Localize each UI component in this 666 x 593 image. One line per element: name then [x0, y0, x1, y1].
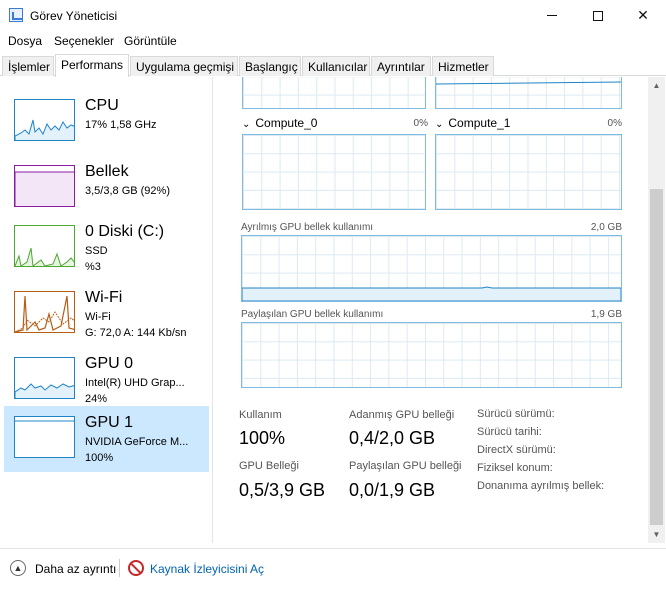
utilization-label: Kullanım [239, 409, 282, 421]
window-title: Görev Yöneticisi [30, 9, 118, 23]
menu-bar: Dosya Seçenekler Görüntüle [0, 31, 666, 51]
tab-performance[interactable]: Performans [55, 54, 129, 77]
engine-name: Compute_0 [255, 116, 318, 130]
menu-file[interactable]: Dosya [8, 34, 42, 48]
minimize-icon [547, 15, 557, 16]
resource-throughput: G: 72,0 A: 144 Kb/sn [85, 327, 187, 339]
gpu0-mini-graph [14, 357, 75, 399]
resource-name: GPU 1 [85, 414, 134, 431]
resource-name: Bellek [85, 163, 129, 180]
footer-bar: ▲ Daha az ayrıntı Kaynak İzleyicisini Aç [0, 548, 666, 593]
tab-details[interactable]: Ayrıntılar [371, 56, 431, 76]
gpu-memory-value: 0,5/3,9 GB [239, 480, 326, 500]
engine-graph-top-right [435, 77, 622, 109]
menu-options[interactable]: Seçenekler [54, 34, 114, 48]
resource-name: Wi-Fi [85, 289, 123, 306]
resource-memory[interactable]: Bellek 3,5/3,8 GB (92%) [4, 155, 209, 221]
shared-graph-label: Paylaşılan GPU bellek kullanımı [241, 309, 384, 320]
resource-detail: 17% 1,58 GHz [85, 119, 157, 131]
physical-location-label: Fiziksel konum: [477, 462, 553, 474]
engine-percent: 0% [607, 118, 622, 129]
shared-graph-max: 1,9 GB [590, 309, 622, 320]
resource-name: CPU [85, 97, 119, 114]
wifi-mini-graph [14, 291, 75, 333]
engine-selector-compute0[interactable]: ⌄ Compute_0 [242, 116, 317, 130]
minimize-button[interactable] [529, 0, 575, 31]
open-resource-monitor-link[interactable]: Kaynak İzleyicisini Aç [150, 562, 264, 576]
resource-detail: SSD [85, 245, 108, 257]
resource-detail: Intel(R) UHD Grap... [85, 377, 185, 389]
resource-usage: %3 [85, 261, 101, 273]
compute1-graph [435, 134, 622, 210]
resource-name: GPU 0 [85, 355, 134, 372]
directx-version-label: DirectX sürümü: [477, 444, 556, 456]
scrollbar-thumb[interactable] [650, 189, 663, 525]
dedicated-graph-label: Ayrılmış GPU bellek kullanımı [241, 222, 374, 233]
close-icon: ✕ [637, 7, 649, 23]
gpu-detail-panel: ⌄ Compute_0 0% ⌄ Compute_1 0% Ayrılmış GPU… [214, 77, 648, 543]
shared-memory-graph [241, 322, 622, 388]
driver-date-label: Sürücü tarihi: [477, 426, 542, 438]
cpu-mini-graph [14, 99, 75, 141]
dedicated-graph-max: 2,0 GB [590, 222, 622, 233]
dedicated-memory-value: 0,4/2,0 GB [349, 428, 436, 448]
engine-name: Compute_1 [448, 116, 511, 130]
resource-usage: 24% [85, 393, 108, 405]
fewer-details-button[interactable]: Daha az ayrıntı [35, 562, 116, 576]
resource-list: CPU 17% 1,58 GHz Bellek 3,5/3,8 GB (92%)… [0, 77, 213, 543]
hardware-reserved-memory-label: Donanıma ayrılmış bellek: [477, 480, 605, 492]
resource-detail: 3,5/3,8 GB (92%) [85, 185, 170, 197]
title-bar: Görev Yöneticisi ✕ [0, 0, 666, 31]
engine-percent: 0% [413, 118, 428, 129]
resource-gpu0[interactable]: GPU 0 Intel(R) UHD Grap... 24% [4, 347, 209, 413]
dedicated-memory-graph [241, 235, 622, 302]
footer-divider [119, 559, 120, 577]
resource-name: 0 Diski (C:) [85, 223, 165, 240]
driver-version-label: Sürücü sürümü: [477, 408, 555, 420]
tab-services[interactable]: Hizmetler [432, 56, 494, 76]
resource-usage: 100% [85, 452, 114, 464]
resource-wifi[interactable]: Wi-Fi Wi-Fi G: 72,0 A: 144 Kb/sn [4, 281, 209, 347]
disk-mini-graph [14, 225, 75, 267]
resource-detail: NVIDIA GeForce M... [85, 436, 189, 448]
engine-selector-compute1[interactable]: ⌄ Compute_1 [435, 116, 510, 130]
chevron-down-icon: ⌄ [242, 119, 251, 130]
menu-view[interactable]: Görüntüle [124, 34, 177, 48]
chevron-up-circle-icon[interactable]: ▲ [10, 560, 26, 576]
utilization-value: 100% [239, 428, 286, 448]
tab-strip: İşlemler Performans Uygulama geçmişi Baş… [0, 54, 666, 77]
task-manager-icon [9, 8, 23, 22]
tab-users[interactable]: Kullanıcılar [302, 56, 370, 76]
vertical-scrollbar[interactable]: ▲ ▼ [648, 77, 665, 543]
close-button[interactable]: ✕ [620, 0, 666, 31]
tab-app-history[interactable]: Uygulama geçmişi [130, 56, 238, 76]
resource-detail: Wi-Fi [85, 311, 111, 323]
chevron-down-icon: ⌄ [435, 119, 444, 130]
memory-mini-graph [14, 165, 75, 207]
dedicated-memory-label: Adanmış GPU belleği [349, 409, 455, 421]
maximize-button[interactable] [575, 0, 621, 31]
engine-graph-top-left [242, 77, 426, 109]
resource-cpu[interactable]: CPU 17% 1,58 GHz [4, 89, 209, 155]
tab-processes[interactable]: İşlemler [2, 56, 54, 76]
gpu1-mini-graph [14, 416, 75, 458]
shared-memory-label: Paylaşılan GPU belleği [349, 460, 462, 472]
resource-monitor-icon [128, 560, 144, 576]
tab-startup[interactable]: Başlangıç [239, 56, 301, 76]
scroll-up-arrow-icon[interactable]: ▲ [648, 77, 665, 94]
scroll-down-arrow-icon[interactable]: ▼ [648, 526, 665, 543]
resource-disk[interactable]: 0 Diski (C:) SSD %3 [4, 215, 209, 281]
resource-gpu1[interactable]: GPU 1 NVIDIA GeForce M... 100% [4, 406, 209, 472]
compute0-graph [242, 134, 426, 210]
shared-memory-value: 0,0/1,9 GB [349, 480, 436, 500]
maximize-icon [593, 10, 603, 21]
gpu-memory-label: GPU Belleği [239, 460, 299, 472]
